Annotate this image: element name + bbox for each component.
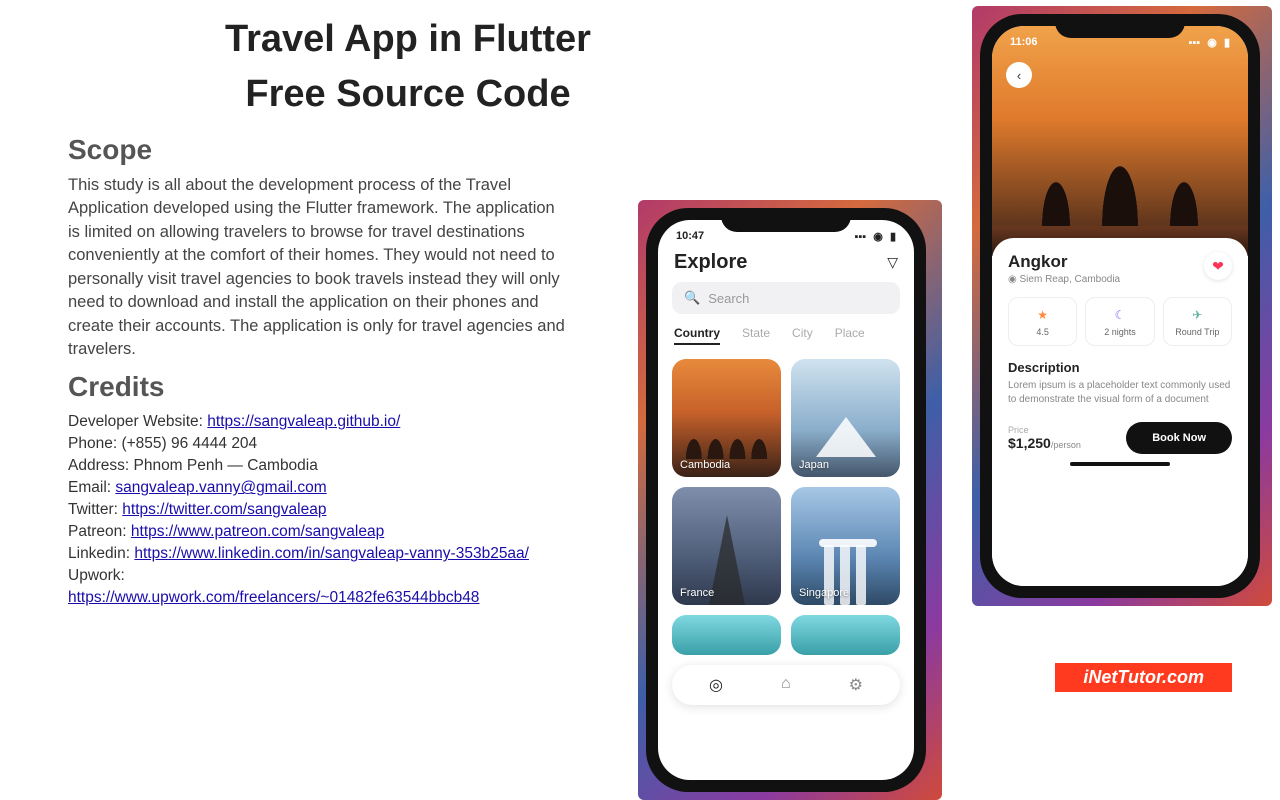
chip-nights-value: 2 nights [1090,327,1149,337]
destination-card-france[interactable]: France [672,487,781,605]
chip-rating: ★ 4.5 [1008,297,1077,346]
place-name: Angkor [1008,252,1120,272]
credits-twitter-label: Twitter: [68,501,122,518]
detail-phone-mockup: 11:06 ▪▪▪ ◉ ▮ ‹ Angkor [972,6,1272,606]
battery-icon: ▮ [1224,37,1230,49]
credits-upwork-label: Upwork: [68,567,125,584]
credits-address-value: Phnom Penh — Cambodia [133,457,317,474]
destination-card-singapore[interactable]: Singapore [791,487,900,605]
place-location: ◉ Siem Reap, Cambodia [1008,274,1120,285]
description-body: Lorem ipsum is a placeholder text common… [1008,379,1232,406]
credits-dev-label: Developer Website: [68,413,207,430]
card-label: Singapore [799,587,849,599]
watermark-badge: iNetTutor.com [1055,663,1232,692]
explore-phone-mockup: 10:47 ▪▪▪ ◉ ▮ Explore ▽ 🔍 Search Country… [638,200,942,800]
credits-linkedin-link[interactable]: https://www.linkedin.com/in/sangvaleap-v… [134,545,529,562]
credits-dev-link[interactable]: https://sangvaleap.github.io/ [207,413,400,430]
back-button[interactable]: ‹ [1006,62,1032,88]
chip-nights: ☾ 2 nights [1085,297,1154,346]
card-label: Cambodia [680,459,730,471]
status-time: 11:06 [1010,36,1038,49]
card-label: France [680,587,714,599]
wifi-icon: ◉ [1207,37,1217,49]
phone-notch [721,208,851,232]
chip-trip: ✈ Round Trip [1163,297,1232,346]
credits-email-link[interactable]: sangvaleap.vanny@gmail.com [115,479,326,496]
moon-icon: ☾ [1115,308,1126,322]
description-heading: Description [1008,360,1232,375]
tab-country[interactable]: Country [674,326,720,345]
card-label: Japan [799,459,829,471]
plane-icon: ✈ [1192,308,1202,322]
destination-card-more[interactable] [672,615,781,655]
wifi-icon: ◉ [873,231,883,243]
tab-city[interactable]: City [792,326,813,345]
scope-heading: Scope [68,134,628,166]
signal-icon: ▪▪▪ [855,231,867,243]
bottom-navigation: ◎ ⌂ ⚙ [672,665,900,705]
destination-card-cambodia[interactable]: Cambodia [672,359,781,477]
hero-image: 11:06 ▪▪▪ ◉ ▮ ‹ [992,26,1248,256]
credits-heading: Credits [68,371,628,403]
star-icon: ★ [1037,308,1048,322]
credits-address-label: Address: [68,457,133,474]
signal-icon: ▪▪▪ [1189,37,1201,49]
credits-phone-label: Phone: [68,435,121,452]
status-time: 10:47 [676,230,704,243]
credits-patreon-label: Patreon: [68,523,131,540]
credits-upwork-link[interactable]: https://www.upwork.com/freelancers/~0148… [68,589,479,606]
favorite-button[interactable]: ❤ [1204,252,1232,280]
credits-linkedin-label: Linkedin: [68,545,134,562]
search-placeholder: Search [708,291,749,306]
scope-body: This study is all about the development … [68,174,568,361]
page-title-line1: Travel App in Flutter [128,18,688,61]
tab-state[interactable]: State [742,326,770,345]
pin-icon: ◉ [1008,274,1020,285]
search-input[interactable]: 🔍 Search [672,282,900,314]
tab-place[interactable]: Place [835,326,865,345]
credits-body: Developer Website: https://sangvaleap.gi… [68,411,588,609]
nav-settings-icon[interactable]: ⚙ [849,675,863,695]
category-tabs: Country State City Place [658,314,914,353]
destination-card-japan[interactable]: Japan [791,359,900,477]
chip-rating-value: 4.5 [1013,327,1072,337]
home-indicator [1070,462,1170,466]
phone-notch [1055,14,1185,38]
nav-home-icon[interactable]: ⌂ [781,675,791,695]
price-value: $1,250/person [1008,435,1081,451]
credits-twitter-link[interactable]: https://twitter.com/sangvaleap [122,501,326,518]
destination-card-more[interactable] [791,615,900,655]
filter-icon[interactable]: ▽ [887,254,898,271]
page-title-line2: Free Source Code [128,73,688,116]
battery-icon: ▮ [890,231,896,243]
credits-email-label: Email: [68,479,115,496]
chip-trip-value: Round Trip [1168,327,1227,337]
price-label: Price [1008,425,1081,435]
nav-explore-icon[interactable]: ◎ [709,675,723,695]
search-icon: 🔍 [684,290,700,306]
credits-phone-value: (+855) 96 4444 204 [121,435,257,452]
book-now-button[interactable]: Book Now [1126,422,1232,454]
explore-title: Explore [674,251,747,274]
credits-patreon-link[interactable]: https://www.patreon.com/sangvaleap [131,523,384,540]
